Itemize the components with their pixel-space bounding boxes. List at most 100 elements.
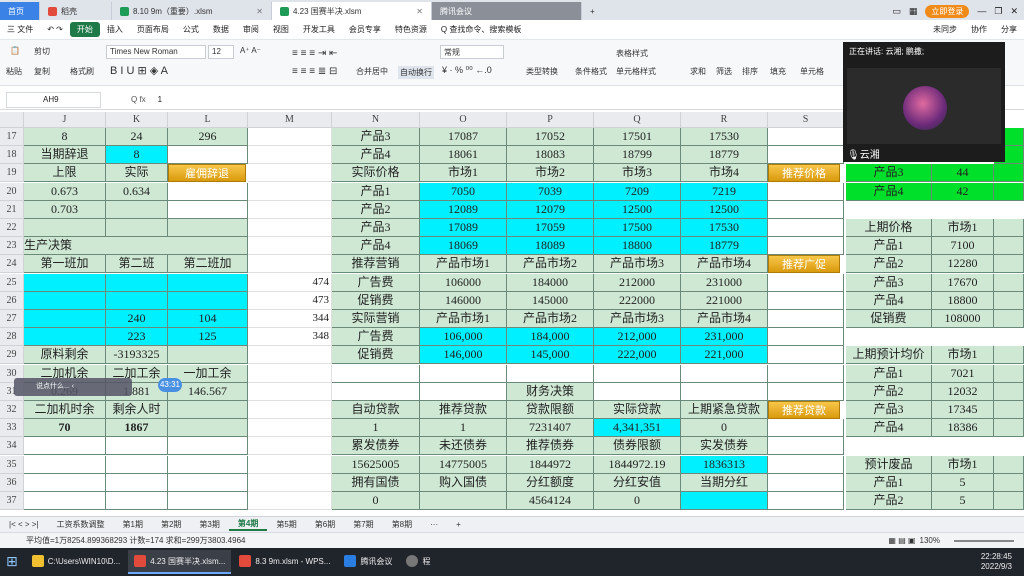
price-row-label[interactable]: 产品3 xyxy=(846,273,932,292)
cell-n31[interactable] xyxy=(332,382,420,401)
cell-n17[interactable]: 产品3 xyxy=(332,128,420,146)
cell-s29[interactable] xyxy=(768,346,844,365)
avg-row-overflow[interactable] xyxy=(994,364,1024,383)
wrap-text-button[interactable]: 自动换行 xyxy=(398,66,434,79)
tab-docer[interactable]: 稻壳 xyxy=(40,2,112,20)
select-all-corner[interactable] xyxy=(0,112,24,128)
cell-j32[interactable]: 二加机时余 xyxy=(24,401,106,419)
cell-o22[interactable]: 17089 xyxy=(420,219,507,237)
formula-input[interactable]: 1 xyxy=(158,95,162,104)
chat-hint-bubble[interactable]: 说点什么... ‹ xyxy=(14,378,132,396)
waste-row-overflow[interactable] xyxy=(994,492,1024,510)
cell-k25[interactable] xyxy=(106,273,168,292)
name-box[interactable]: AH9 xyxy=(6,91,101,108)
login-button[interactable]: 立即登录 xyxy=(925,4,970,18)
copy-button[interactable]: 复制 xyxy=(34,66,50,77)
cell-s22[interactable] xyxy=(768,219,844,237)
cell-m35[interactable] xyxy=(248,455,332,474)
column-header-r[interactable]: R xyxy=(681,112,768,128)
taskbar-item-meeting[interactable]: 腾讯会议 xyxy=(338,550,398,574)
price-row-label[interactable]: 促销费 xyxy=(846,310,932,328)
cell-r29[interactable]: 221,000 xyxy=(681,346,768,365)
taskbar-item-explorer[interactable]: C:\Users\WIN10\D... xyxy=(26,550,126,574)
avg-row-overflow[interactable] xyxy=(994,419,1024,438)
cell-o19[interactable]: 市场1 xyxy=(420,164,507,183)
menu-data[interactable]: 数据 xyxy=(206,24,236,35)
cell-s33[interactable] xyxy=(768,419,844,438)
cell-r32[interactable]: 上期紧急贷款 xyxy=(681,401,768,419)
cell-j21[interactable]: 0.703 xyxy=(24,200,106,219)
price-row-value[interactable]: 18800 xyxy=(932,291,994,310)
avg-row-label[interactable]: 产品4 xyxy=(846,419,932,438)
cell-r26[interactable]: 221000 xyxy=(681,291,768,310)
cell-j27[interactable] xyxy=(24,310,106,328)
grid-icon[interactable]: ▦ xyxy=(909,6,918,17)
cell-m27[interactable]: 344 xyxy=(248,310,332,328)
fill-button[interactable]: 填充 xyxy=(770,66,786,77)
cell-k20[interactable]: 0.634 xyxy=(106,182,168,201)
menu-resources[interactable]: 特色资源 xyxy=(388,24,434,35)
paste-icon[interactable]: 📋 xyxy=(10,46,20,55)
cell-s34[interactable] xyxy=(768,437,844,456)
cell-l37[interactable] xyxy=(168,492,248,510)
taskbar-clock[interactable]: 22:28:45 2022/9/3 xyxy=(981,552,1024,572)
cell-j23[interactable]: 生产决策 xyxy=(24,237,248,256)
avg-row-label[interactable]: 产品2 xyxy=(846,382,932,401)
cell-n18[interactable]: 产品4 xyxy=(332,146,420,165)
close-window-icon[interactable]: ✕ xyxy=(1010,6,1018,17)
cell-q24[interactable]: 产品市场3 xyxy=(594,255,681,274)
cell-o21[interactable]: 12089 xyxy=(420,200,507,219)
sheet-tab-2[interactable]: 第2期 xyxy=(152,519,190,530)
cell-m22[interactable] xyxy=(248,219,332,237)
cell-s18[interactable] xyxy=(768,146,844,165)
cell-q25[interactable]: 212000 xyxy=(594,273,681,292)
waste-header-value[interactable]: 市场1 xyxy=(932,455,994,474)
cell-o35[interactable]: 14775005 xyxy=(420,455,507,474)
cell-r18[interactable]: 18779 xyxy=(681,146,768,165)
price-row-value[interactable]: 108000 xyxy=(932,310,994,328)
cell-s23[interactable] xyxy=(768,237,844,256)
cell-l21[interactable] xyxy=(168,200,248,219)
zoom-slider[interactable] xyxy=(954,539,1014,542)
cell-l34[interactable] xyxy=(168,437,248,456)
cell-p29[interactable]: 145,000 xyxy=(507,346,594,365)
align-icons-bottom[interactable]: ≡ ≡ ≡ ≣ ⊟ xyxy=(292,66,337,77)
table-style-button[interactable]: 表格样式 xyxy=(616,48,648,59)
cell-p19[interactable]: 市场2 xyxy=(507,164,594,183)
avg-header-value[interactable]: 市场1 xyxy=(932,346,994,365)
font-style-icons[interactable]: B I U ⊞ ◈ A xyxy=(110,64,168,77)
sheet-tab-6[interactable]: 第6期 xyxy=(306,519,344,530)
format-painter-button[interactable]: 格式刷 xyxy=(70,66,94,77)
zoom-fx-icon[interactable]: Q fx xyxy=(131,95,146,104)
cell-style-button[interactable]: 单元格样式 xyxy=(616,66,656,77)
cell-p20[interactable]: 7039 xyxy=(507,182,594,201)
cell-s27[interactable] xyxy=(768,310,844,328)
tab-meeting[interactable]: 腾讯会议 xyxy=(432,2,582,20)
cell-n26[interactable]: 促销费 xyxy=(332,291,420,310)
cell-j26[interactable] xyxy=(24,291,106,310)
undo-icon[interactable]: ↶ ↷ xyxy=(40,25,70,34)
cell-r25[interactable]: 231000 xyxy=(681,273,768,292)
sheet-tab-10[interactable]: + xyxy=(447,520,470,529)
cell-o30[interactable] xyxy=(420,364,507,383)
cell-n37[interactable]: 0 xyxy=(332,492,420,510)
cell-l36[interactable] xyxy=(168,473,248,492)
cell-l25[interactable] xyxy=(168,273,248,292)
sheet-tab-8[interactable]: 第8期 xyxy=(383,519,421,530)
cell-q30[interactable] xyxy=(594,364,681,383)
zoom-level[interactable]: 130% xyxy=(920,536,940,545)
tab-file-423[interactable]: 4.23 国赛半决.xlsm ✕ xyxy=(272,2,432,20)
taskbar-item-other[interactable]: 程 xyxy=(400,550,436,574)
cell-m24[interactable] xyxy=(248,255,332,274)
cell-n25[interactable]: 广告费 xyxy=(332,273,420,292)
cell-k21[interactable] xyxy=(106,200,168,219)
cell-o28[interactable]: 106,000 xyxy=(420,328,507,347)
recommend-promo-button[interactable]: 推荐广促 xyxy=(768,255,840,274)
waste-row-label[interactable]: 产品1 xyxy=(846,473,932,492)
cell-n32[interactable]: 自动贷款 xyxy=(332,401,420,419)
cell-r27[interactable]: 产品市场4 xyxy=(681,310,768,328)
row-header-29[interactable]: 29 xyxy=(0,346,24,365)
taskbar-item-wps-active[interactable]: 4.23 国赛半决.xlsm... xyxy=(128,550,232,574)
close-icon[interactable]: ✕ xyxy=(416,7,423,16)
cell-j20[interactable]: 0.673 xyxy=(24,182,106,201)
